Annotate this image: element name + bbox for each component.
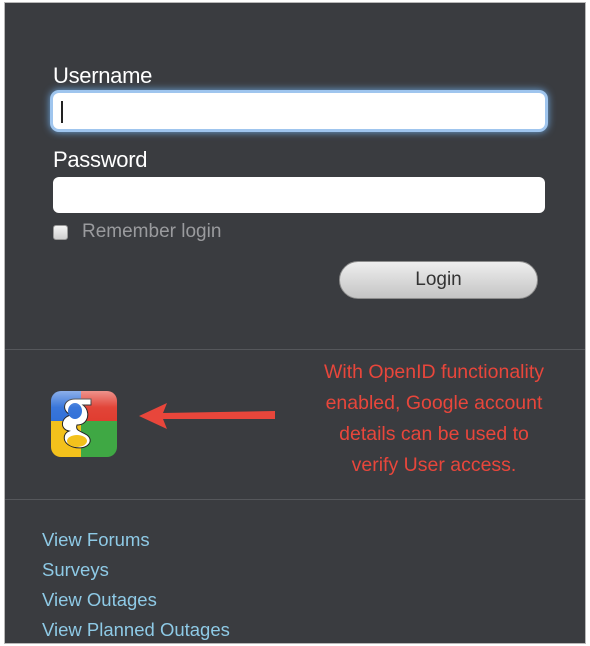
- password-input[interactable]: [53, 177, 545, 213]
- login-form: Username Password Remember login Login: [5, 3, 585, 348]
- link-view-forums[interactable]: View Forums: [42, 525, 230, 555]
- login-button[interactable]: Login: [339, 261, 538, 299]
- link-view-planned-outages[interactable]: View Planned Outages: [42, 615, 230, 643]
- text-caret: [61, 101, 63, 123]
- quick-links: View Forums Surveys View Outages View Pl…: [42, 525, 230, 643]
- remember-login-row: Remember login: [53, 221, 221, 243]
- username-label: Username: [53, 63, 153, 88]
- login-panel: Username Password Remember login Login W…: [4, 2, 586, 644]
- arrow-left-icon: [139, 403, 275, 429]
- divider: [5, 349, 585, 350]
- link-view-outages[interactable]: View Outages: [42, 585, 230, 615]
- openid-annotation: With OpenID functionality enabled, Googl…: [281, 357, 585, 481]
- divider: [5, 499, 585, 500]
- remember-login-checkbox[interactable]: [53, 224, 68, 240]
- google-logo-graphic: [51, 391, 117, 457]
- remember-login-label[interactable]: Remember login: [82, 221, 221, 243]
- annotation-line: enabled, Google account: [325, 392, 543, 414]
- google-icon[interactable]: [51, 391, 117, 457]
- annotation-line: With OpenID functionality: [323, 361, 544, 383]
- password-label: Password: [53, 147, 148, 172]
- annotation-line: details can be used to: [339, 423, 529, 445]
- username-input[interactable]: [53, 93, 545, 129]
- link-surveys[interactable]: Surveys: [42, 555, 230, 585]
- annotation-line: verify User access.: [351, 454, 517, 476]
